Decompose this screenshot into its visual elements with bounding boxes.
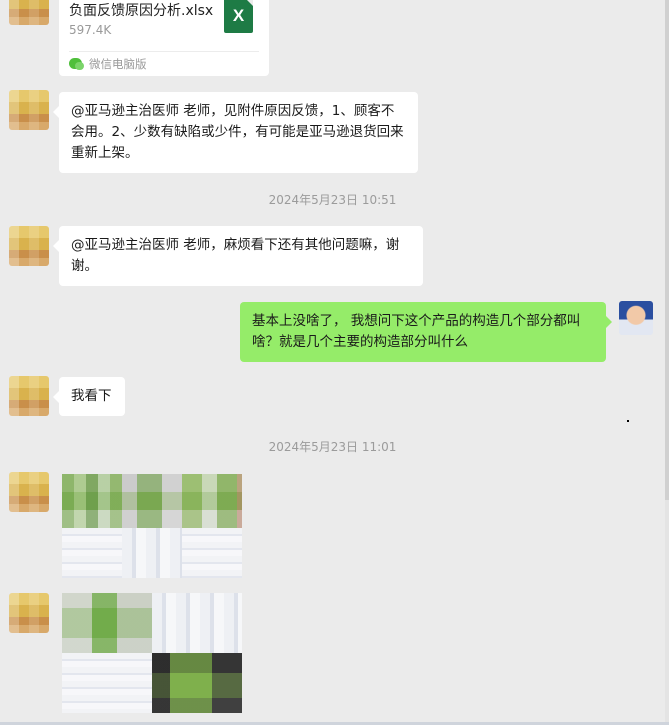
document-thumbnail (182, 528, 242, 578)
product-photo-thumbnail (62, 593, 152, 653)
excel-icon: X (224, 0, 253, 33)
mouse-cursor (627, 420, 629, 422)
timestamp: 2024年5月23日 10:51 (268, 193, 397, 207)
contact-avatar[interactable] (9, 90, 49, 130)
contact-avatar[interactable] (9, 226, 49, 266)
my-avatar[interactable] (619, 301, 653, 335)
contact-avatar[interactable] (9, 376, 49, 416)
vertical-scrollbar[interactable] (665, 0, 669, 722)
file-card-divider (69, 51, 259, 52)
wechat-icon (69, 58, 84, 70)
image-message[interactable] (62, 593, 242, 713)
file-size: 597.4K (69, 23, 112, 37)
chat-history[interactable]: 负面反馈原因分析.xlsx 597.4K X 微信电脑版 @亚马逊主治医师 老师… (0, 0, 665, 722)
contact-avatar[interactable] (9, 0, 49, 25)
contact-avatar[interactable] (9, 593, 49, 633)
product-photo-thumbnail (62, 474, 122, 528)
message-text: @亚马逊主治医师 老师，见附件原因反馈，1、顾客不会用。2、少数有缺陷或少件，有… (71, 103, 404, 161)
timestamp: 2024年5月23日 11:01 (268, 440, 397, 454)
file-source: 微信电脑版 (89, 57, 147, 71)
document-thumbnail (152, 593, 242, 653)
message-text: 我看下 (71, 388, 112, 404)
message-text: 基本上没啥了， 我想问下这个产品的构造几个部分都叫啥？就是几个主要的构造部分叫什… (252, 313, 581, 350)
product-photo-thumbnail (122, 474, 182, 528)
product-photo-thumbnail (182, 474, 242, 528)
message-bubble-me[interactable]: 基本上没啥了， 我想问下这个产品的构造几个部分都叫啥？就是几个主要的构造部分叫什… (240, 302, 612, 362)
document-thumbnail (62, 528, 122, 578)
document-thumbnail (122, 528, 182, 578)
message-text: @亚马逊主治医师 老师，麻烦看下还有其他问题嘛，谢谢。 (71, 237, 400, 274)
message-bubble-contact[interactable]: @亚马逊主治医师 老师，见附件原因反馈，1、顾客不会用。2、少数有缺陷或少件，有… (53, 92, 418, 173)
product-photo-thumbnail (152, 653, 242, 713)
document-thumbnail (62, 653, 152, 713)
message-bubble-contact[interactable]: 我看下 (53, 377, 125, 416)
message-bubble-contact[interactable]: @亚马逊主治医师 老师，麻烦看下还有其他问题嘛，谢谢。 (53, 226, 423, 286)
file-name: 负面反馈原因分析.xlsx (69, 3, 214, 19)
scrollbar-thumb[interactable] (665, 0, 669, 500)
contact-avatar[interactable] (9, 472, 49, 512)
file-message-card[interactable]: 负面反馈原因分析.xlsx 597.4K X 微信电脑版 (59, 0, 269, 76)
image-message[interactable] (62, 474, 242, 578)
